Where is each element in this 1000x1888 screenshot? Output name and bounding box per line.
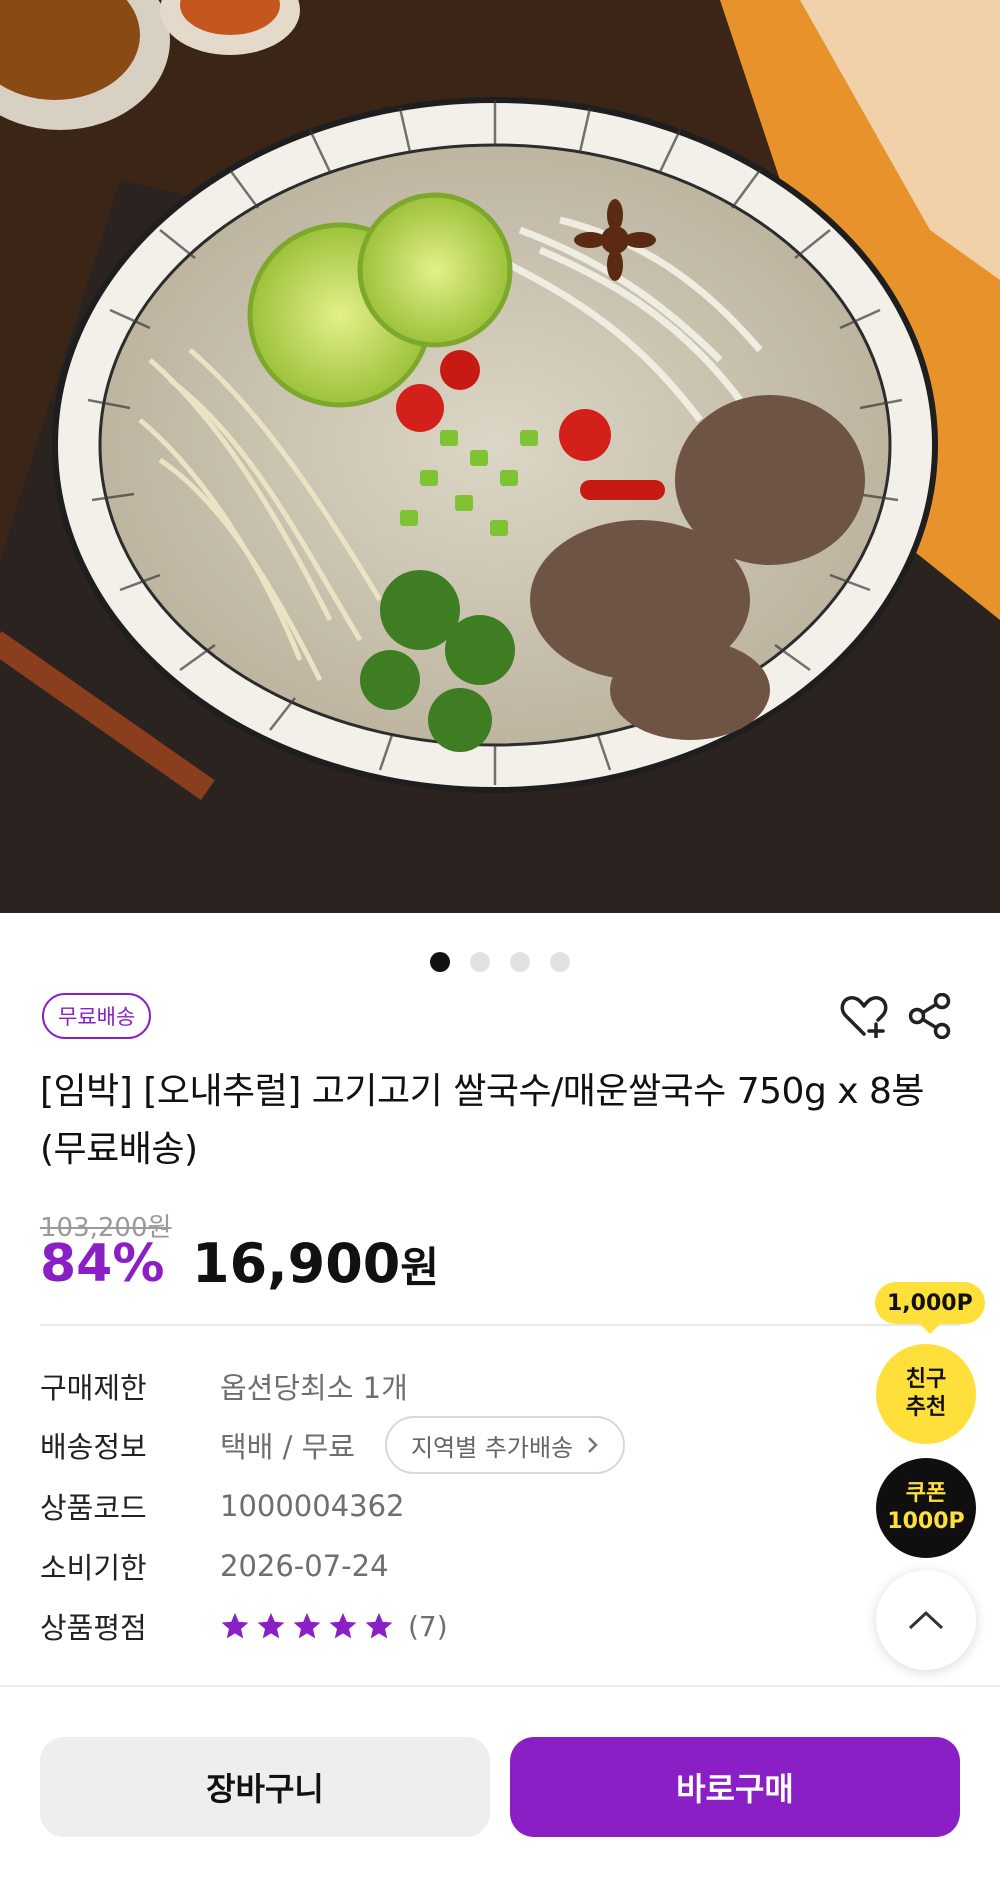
carousel-dot-4[interactable] bbox=[550, 952, 570, 972]
sale-price: 16,900원 bbox=[192, 1232, 439, 1295]
product-code-label: 상품코드 bbox=[40, 1491, 147, 1525]
rating-label: 상품평점 bbox=[40, 1611, 147, 1645]
points-badge: 1,000P bbox=[875, 1282, 985, 1334]
expiry-label: 소비기한 bbox=[40, 1551, 147, 1585]
chevron-up-icon bbox=[908, 1610, 944, 1630]
share-icon bbox=[908, 993, 951, 1039]
friend-referral-line1: 친구 bbox=[905, 1367, 947, 1392]
free-shipping-badge: 무료배송 bbox=[42, 993, 152, 1039]
image-carousel-indicator bbox=[0, 952, 1000, 972]
purchase-limit-value: 옵션당최소 1개 bbox=[220, 1371, 408, 1405]
carousel-dot-2[interactable] bbox=[470, 952, 490, 972]
coupon-line2: 1000P bbox=[887, 1509, 965, 1534]
product-title: [임박] [오내추럴] 고기고기 쌀국수/매운쌀국수 750g x 8봉 (무료… bbox=[40, 1071, 925, 1170]
carousel-dot-1[interactable] bbox=[430, 952, 450, 972]
share-button[interactable] bbox=[904, 990, 956, 1042]
star-icon bbox=[257, 1612, 285, 1639]
sale-price-amount: 16,900 bbox=[192, 1232, 401, 1295]
coupon-line1: 쿠폰 bbox=[905, 1481, 947, 1506]
star-icon bbox=[293, 1612, 321, 1639]
expiry-value: 2026-07-24 bbox=[220, 1549, 389, 1583]
shipping-info-row: 배송정보 택배 / 무료 지역별 추가배송 bbox=[40, 1416, 626, 1474]
pho-bowl-illustration bbox=[0, 0, 1000, 913]
regional-shipping-button[interactable]: 지역별 추가배송 bbox=[384, 1416, 626, 1474]
heart-plus-icon bbox=[840, 996, 888, 1038]
discount-rate: 84% bbox=[40, 1234, 165, 1294]
friend-referral-button[interactable]: 친구 추천 bbox=[876, 1344, 976, 1444]
rating-row: 상품평점 (7) bbox=[40, 1603, 448, 1649]
friend-referral-line2: 추천 bbox=[905, 1395, 947, 1420]
review-count[interactable]: (7) bbox=[408, 1610, 448, 1643]
expiry-row: 소비기한 2026-07-24 bbox=[40, 1543, 389, 1589]
wishlist-button[interactable] bbox=[838, 990, 890, 1042]
product-image[interactable] bbox=[0, 0, 1000, 913]
shipping-info-label: 배송정보 bbox=[40, 1430, 147, 1464]
coupon-button[interactable]: 쿠폰 1000P bbox=[876, 1458, 976, 1558]
buy-now-button[interactable]: 바로구매 bbox=[510, 1737, 960, 1837]
purchase-limit-row: 구매제한 옵션당최소 1개 bbox=[40, 1363, 408, 1409]
product-code-value: 1000004362 bbox=[220, 1489, 405, 1523]
sale-price-unit: 원 bbox=[400, 1243, 440, 1292]
shipping-info-value: 택배 / 무료 bbox=[220, 1430, 355, 1464]
star-icon bbox=[329, 1612, 357, 1639]
bottom-bar-divider bbox=[0, 1685, 1000, 1687]
scroll-to-top-button[interactable] bbox=[876, 1570, 976, 1670]
divider bbox=[40, 1324, 960, 1326]
carousel-dot-3[interactable] bbox=[510, 952, 530, 972]
star-icon bbox=[365, 1612, 393, 1639]
add-to-cart-button[interactable]: 장바구니 bbox=[40, 1737, 490, 1837]
chevron-right-icon bbox=[588, 1437, 598, 1453]
rating-stars[interactable] bbox=[220, 1611, 394, 1641]
regional-shipping-label: 지역별 추가배송 bbox=[410, 1433, 574, 1462]
purchase-limit-label: 구매제한 bbox=[40, 1371, 147, 1405]
star-icon bbox=[221, 1612, 249, 1639]
product-code-row: 상품코드 1000004362 bbox=[40, 1483, 405, 1529]
